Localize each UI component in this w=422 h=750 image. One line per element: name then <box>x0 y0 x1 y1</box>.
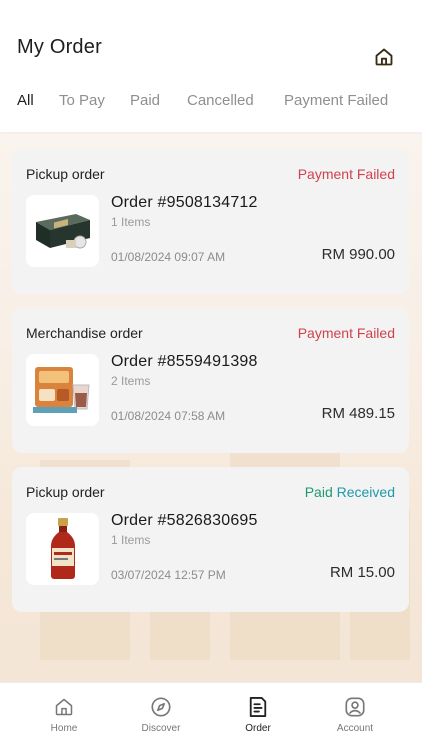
tab-paid[interactable]: Paid <box>130 92 160 109</box>
nav-discover[interactable]: Discover <box>121 683 201 750</box>
order-card[interactable]: Pickup order Payment Failed Order #95081… <box>12 149 409 294</box>
order-number: Order #9508134712 <box>111 194 258 211</box>
nav-account[interactable]: Account <box>315 683 395 750</box>
tab-to-pay[interactable]: To Pay <box>59 92 105 109</box>
gift-box-product-image <box>26 195 99 267</box>
order-type: Pickup order <box>26 166 105 182</box>
tab-cancelled[interactable]: Cancelled <box>187 92 254 109</box>
order-card[interactable]: Pickup order Paid Received Order #582683… <box>12 467 409 612</box>
order-status-badge: Paid Received <box>305 484 395 500</box>
order-total: RM 15.00 <box>329 564 395 581</box>
order-date: 01/08/2024 09:07 AM <box>111 250 226 264</box>
tab-payment-failed[interactable]: Payment Failed <box>284 92 388 109</box>
order-type: Pickup order <box>26 484 105 500</box>
home-icon <box>52 695 76 719</box>
nav-label: Home <box>50 723 78 734</box>
tab-all[interactable]: All <box>17 92 34 109</box>
order-date: 01/08/2024 07:58 AM <box>111 409 226 423</box>
nav-label: Account <box>336 723 374 734</box>
order-status-badge: Payment Failed <box>297 325 395 341</box>
status-received-text: Received <box>336 484 395 500</box>
sauce-bottle-product-image <box>26 513 99 585</box>
bottom-navigation: Home Discover Order Account <box>0 682 422 750</box>
order-type: Merchandise order <box>26 325 143 341</box>
order-total: RM 489.15 <box>321 405 395 422</box>
compass-icon <box>149 695 173 719</box>
nav-home[interactable]: Home <box>24 683 104 750</box>
drink-pack-product-image <box>26 354 99 426</box>
item-count: 1 Items <box>111 533 151 547</box>
order-number: Order #5826830695 <box>111 512 258 529</box>
home-shortcut-button[interactable] <box>372 45 396 69</box>
item-count: 2 Items <box>111 374 151 388</box>
order-status-tabs: All To Pay Paid Cancelled Payment Failed <box>0 92 422 116</box>
header: My Order All To Pay Paid Cancelled Payme… <box>0 0 422 132</box>
order-date: 03/07/2024 12:57 PM <box>111 568 226 582</box>
nav-label: Order <box>245 723 271 734</box>
user-icon <box>343 695 367 719</box>
page-title: My Order <box>17 36 102 58</box>
order-number: Order #8559491398 <box>111 353 258 370</box>
nav-label: Discover <box>141 723 181 734</box>
home-icon <box>375 48 393 66</box>
receipt-icon <box>246 695 270 719</box>
status-paid-text: Paid <box>304 484 337 500</box>
nav-order[interactable]: Order <box>218 683 298 750</box>
order-card[interactable]: Merchandise order Payment Failed Order #… <box>12 308 409 453</box>
order-status-badge: Payment Failed <box>297 166 395 182</box>
order-total: RM 990.00 <box>321 246 395 263</box>
item-count: 1 Items <box>111 215 151 229</box>
